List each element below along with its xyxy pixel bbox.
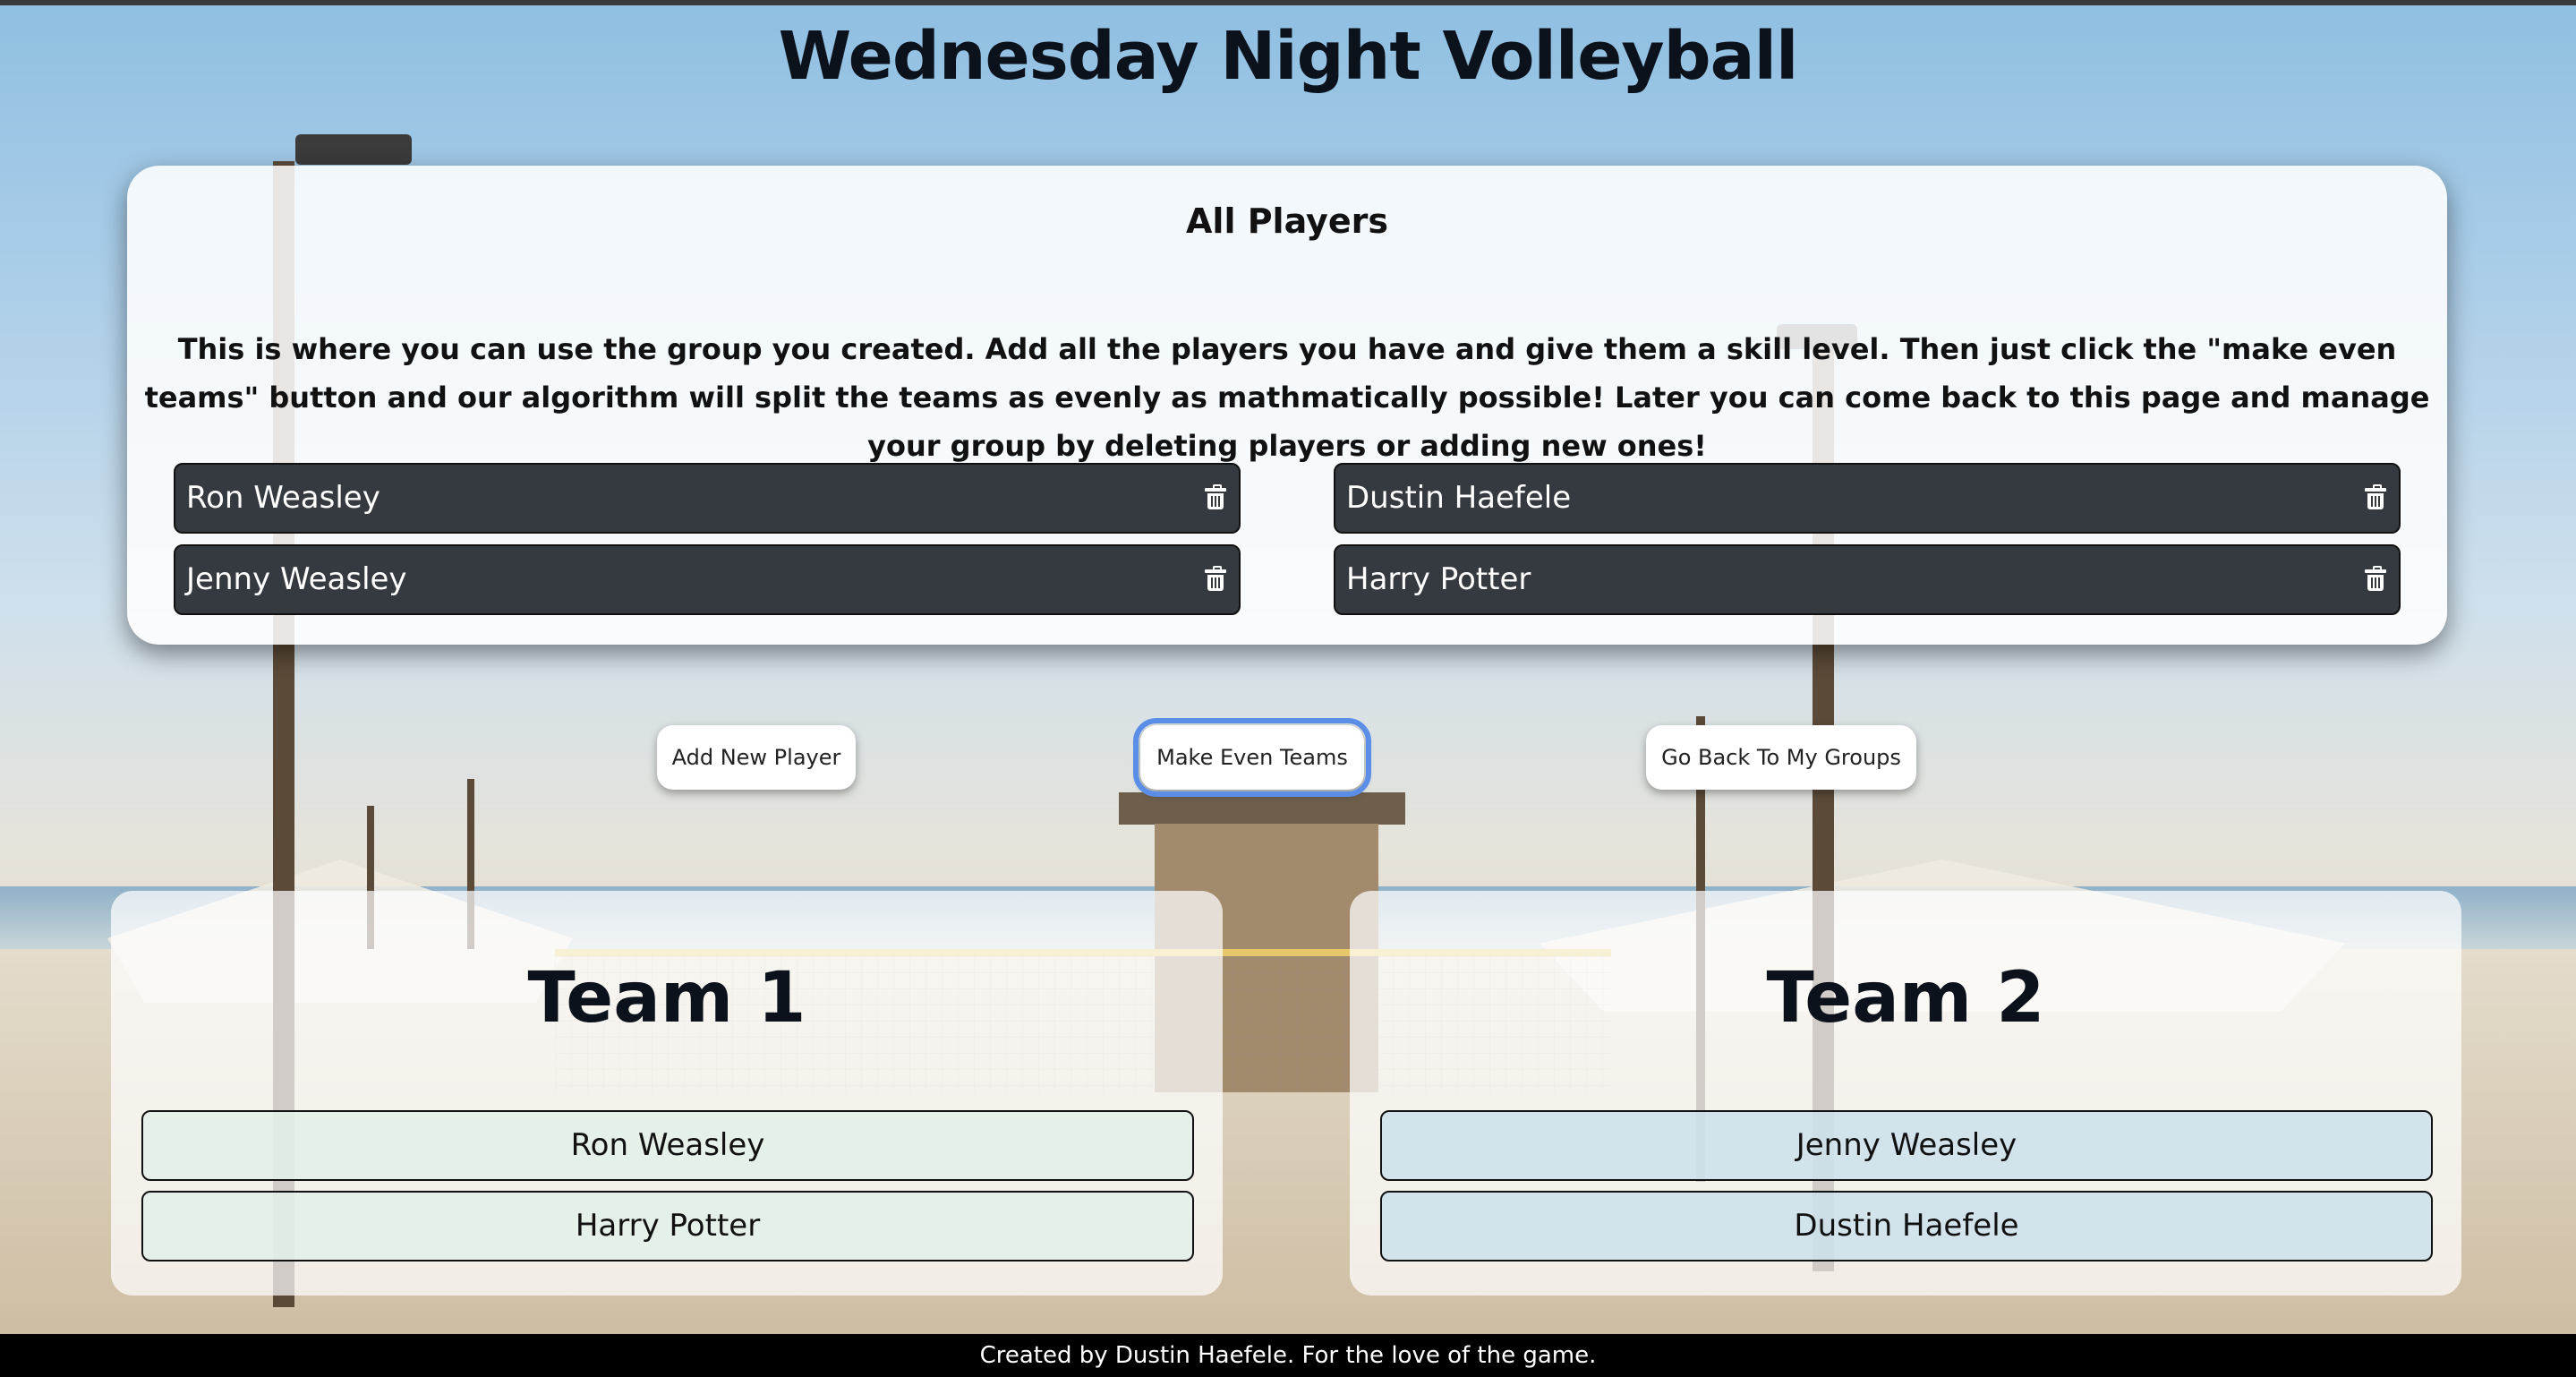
- trash-icon[interactable]: [1205, 566, 1226, 591]
- player-name: Harry Potter: [1346, 561, 1531, 597]
- trash-icon[interactable]: [2365, 484, 2386, 509]
- all-players-card: All Players This is where you can use th…: [127, 166, 2447, 645]
- team-member: Jenny Weasley: [1380, 1110, 2433, 1181]
- player-name: Jenny Weasley: [186, 561, 407, 597]
- player-name: Dustin Haefele: [1346, 480, 1572, 516]
- team-title: Team 2: [1766, 958, 2045, 1039]
- team-member: Ron Weasley: [141, 1110, 1194, 1181]
- team-title: Team 1: [527, 958, 806, 1039]
- trash-icon[interactable]: [1205, 484, 1226, 509]
- team-member: Harry Potter: [141, 1191, 1194, 1262]
- intro-text: This is where you can use the group you …: [144, 332, 2430, 463]
- player-row: Dustin Haefele: [1334, 463, 2401, 534]
- add-new-player-button[interactable]: Add New Player: [657, 725, 856, 790]
- page-title: Wednesday Night Volleyball: [778, 18, 1799, 95]
- player-row: Ron Weasley: [174, 463, 1241, 534]
- team-2-card: Team 2 Jenny Weasley Dustin Haefele: [1350, 891, 2461, 1296]
- go-back-to-groups-button[interactable]: Go Back To My Groups: [1646, 725, 1916, 790]
- lamp-head: [295, 134, 412, 165]
- player-row: Jenny Weasley: [174, 544, 1241, 615]
- hut-roof: [1119, 792, 1405, 825]
- team-1-card: Team 1 Ron Weasley Harry Potter: [111, 891, 1223, 1296]
- team-member: Dustin Haefele: [1380, 1191, 2433, 1262]
- player-row: Harry Potter: [1334, 544, 2401, 615]
- make-even-teams-button[interactable]: Make Even Teams: [1133, 718, 1371, 797]
- all-players-heading: All Players: [1186, 201, 1388, 241]
- footer: Created by Dustin Haefele. For the love …: [0, 1334, 2576, 1377]
- trash-icon[interactable]: [2365, 566, 2386, 591]
- player-name: Ron Weasley: [186, 480, 380, 516]
